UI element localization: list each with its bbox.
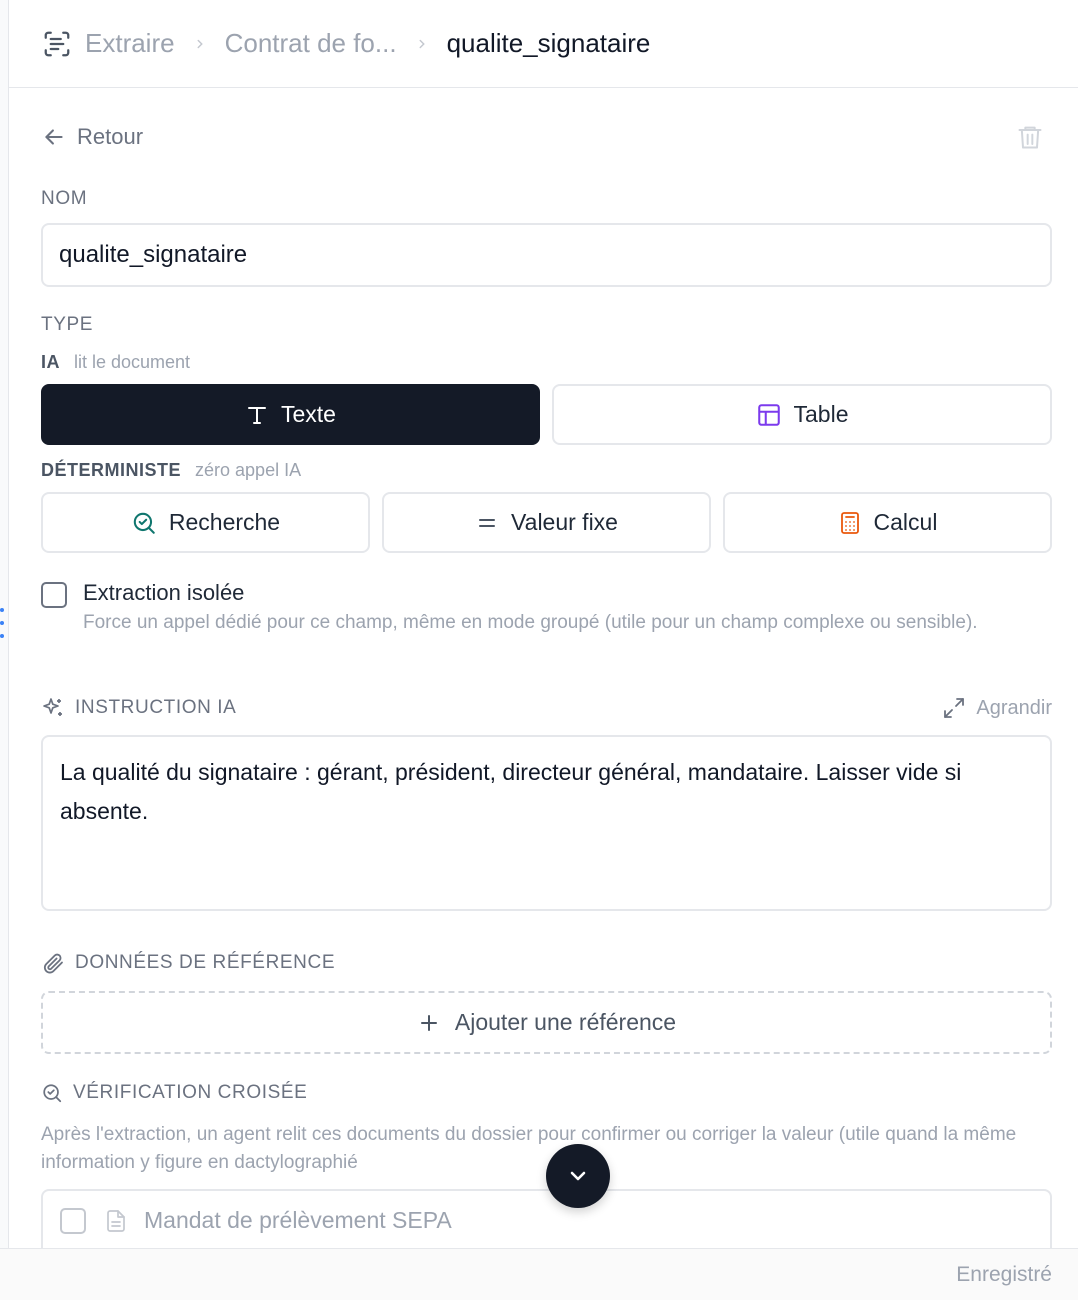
type-option-label: Texte — [281, 401, 336, 427]
type-option-label: Recherche — [168, 509, 281, 535]
isolated-extraction-help: Force un appel dédié pour ce champ, même… — [83, 612, 978, 633]
instruction-textarea[interactable]: La qualité du signataire : gérant, prési… — [41, 735, 1052, 911]
type-option-recherche[interactable]: Recherche — [41, 492, 370, 553]
sparkles-icon — [43, 698, 62, 716]
text-type-icon — [248, 406, 266, 424]
breadcrumb-current: qualite_signataire — [446, 28, 651, 58]
type-option-valeur-fixe[interactable]: Valeur fixe — [382, 492, 711, 553]
type-option-calcul[interactable]: Calcul — [723, 492, 1052, 553]
save-status: Enregistré — [956, 1262, 1052, 1286]
document-label: Mandat de prélèvement SEPA — [144, 1207, 452, 1233]
type-option-table[interactable]: Table — [552, 384, 1052, 445]
cross-check-help: Après l'extraction, un agent relit ces d… — [41, 1124, 1017, 1173]
cross-check-label-text: VÉRIFICATION CROISÉE — [73, 1082, 308, 1103]
equals-icon — [479, 518, 496, 527]
name-label: NOM — [41, 188, 88, 209]
deterministic-group-label: DÉTERMINISTE zéro appel IA — [41, 460, 301, 481]
trash-icon — [1018, 126, 1042, 149]
deterministic-group-subtitle: zéro appel IA — [195, 460, 302, 480]
search-check-icon — [43, 1084, 62, 1103]
status-bar: Enregistré — [0, 1248, 1078, 1300]
arrow-left-icon — [45, 129, 63, 145]
scroll-down-button[interactable] — [546, 1144, 610, 1208]
scan-text-icon — [41, 28, 73, 60]
type-option-label: Table — [793, 401, 849, 427]
breadcrumb-app[interactable]: Extraire — [85, 28, 175, 59]
name-input[interactable]: qualite_signataire — [41, 223, 1052, 287]
expand-label: Agrandir — [976, 696, 1052, 719]
left-panel-edge — [0, 0, 9, 1248]
cross-check-label: VÉRIFICATION CROISÉE — [41, 1082, 307, 1104]
resize-handle[interactable] — [0, 608, 4, 638]
add-reference-label: Ajouter une référence — [454, 1009, 677, 1035]
search-check-icon — [133, 512, 155, 534]
breadcrumb: Extraire Contrat de fo... qualite_signat… — [9, 0, 1078, 88]
back-button[interactable]: Retour — [41, 124, 143, 150]
document-checkbox[interactable] — [60, 1208, 86, 1234]
plus-icon — [420, 1014, 437, 1031]
calculator-icon — [840, 511, 859, 534]
type-option-label: Calcul — [873, 509, 938, 535]
reference-data-label: DONNÉES DE RÉFÉRENCE — [41, 951, 335, 975]
type-option-label: Valeur fixe — [511, 509, 618, 535]
table-icon — [757, 403, 780, 426]
paperclip-icon — [43, 953, 63, 974]
chevron-right-icon — [193, 37, 207, 51]
instruction-label: INSTRUCTION IA — [41, 696, 236, 720]
expand-icon — [944, 698, 965, 718]
chevron-down-icon — [570, 1171, 586, 1181]
delete-field-button[interactable] — [1016, 122, 1044, 157]
deterministic-group-title: DÉTERMINISTE — [41, 460, 182, 480]
expand-button[interactable]: Agrandir — [942, 696, 1052, 720]
instruction-label-text: INSTRUCTION IA — [75, 697, 237, 718]
chevron-right-icon — [415, 37, 429, 51]
reference-data-label-text: DONNÉES DE RÉFÉRENCE — [75, 952, 336, 973]
back-label: Retour — [77, 124, 144, 149]
ai-group-subtitle: lit le document — [74, 352, 191, 372]
isolated-extraction-checkbox[interactable] — [41, 582, 67, 608]
type-label: TYPE — [41, 314, 94, 335]
isolated-extraction-label: Extraction isolée — [83, 580, 245, 605]
type-option-texte[interactable]: Texte — [41, 384, 540, 445]
ai-group-title: IA — [41, 352, 60, 372]
add-reference-button[interactable]: Ajouter une référence — [41, 991, 1052, 1054]
ai-group-label: IA lit le document — [41, 352, 190, 373]
file-text-icon — [107, 1210, 125, 1232]
breadcrumb-parent[interactable]: Contrat de fo... — [225, 28, 397, 59]
